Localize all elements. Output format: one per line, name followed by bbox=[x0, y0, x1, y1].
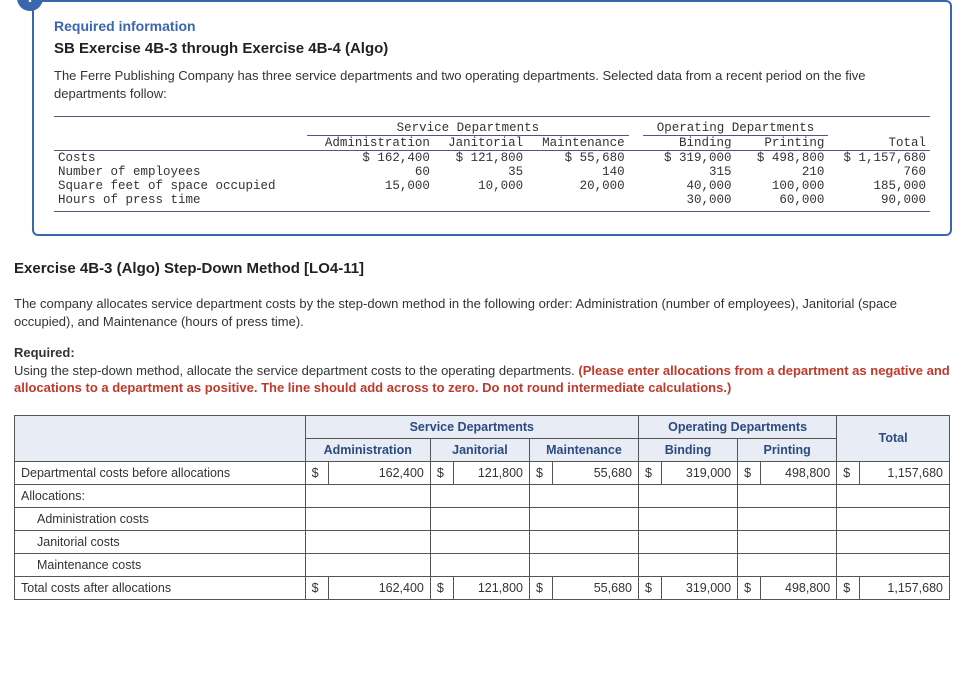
ans-col-maint: Maintenance bbox=[530, 438, 639, 461]
input-cell[interactable] bbox=[738, 530, 837, 553]
row-press: Hours of press time bbox=[54, 193, 307, 207]
input-cell[interactable] bbox=[530, 484, 639, 507]
ans-col-jan: Janitorial bbox=[430, 438, 529, 461]
ans-row-before: Departmental costs before allocations $1… bbox=[15, 461, 950, 484]
source-data-table: Service Departments Operating Department… bbox=[54, 121, 930, 207]
input-cell[interactable] bbox=[837, 507, 950, 530]
exercise-title: Exercise 4B-3 (Algo) Step-Down Method [L… bbox=[14, 260, 964, 277]
ans-row-admin: Administration costs bbox=[15, 507, 950, 530]
input-cell[interactable] bbox=[305, 507, 430, 530]
ans-group-service: Service Departments bbox=[305, 415, 638, 438]
ans-row-after: Total costs after allocations $162,400 $… bbox=[15, 576, 950, 599]
col-bind: Binding bbox=[643, 136, 736, 151]
input-cell[interactable] bbox=[430, 507, 529, 530]
answer-table: Service Departments Operating Department… bbox=[14, 415, 950, 600]
input-cell[interactable] bbox=[530, 530, 639, 553]
exclamation-icon: ! bbox=[17, 0, 43, 11]
row-costs: Costs bbox=[54, 151, 307, 166]
ans-row-maint: Maintenance costs bbox=[15, 553, 950, 576]
input-cell[interactable] bbox=[837, 484, 950, 507]
group-operating: Operating Departments bbox=[643, 121, 829, 136]
input-cell[interactable] bbox=[305, 553, 430, 576]
input-cell[interactable] bbox=[638, 484, 737, 507]
ans-col-print: Printing bbox=[738, 438, 837, 461]
required-text: Using the step-down method, allocate the… bbox=[14, 363, 578, 378]
required-label: Required: bbox=[14, 345, 75, 360]
input-cell[interactable] bbox=[738, 484, 837, 507]
input-cell[interactable] bbox=[530, 553, 639, 576]
input-cell[interactable] bbox=[305, 530, 430, 553]
input-cell[interactable] bbox=[638, 530, 737, 553]
info-card: ! Required information SB Exercise 4B-3 … bbox=[32, 0, 952, 236]
col-jan: Janitorial bbox=[434, 136, 527, 151]
ans-col-total: Total bbox=[837, 415, 950, 461]
data-table-wrap: Service Departments Operating Department… bbox=[54, 116, 930, 212]
input-cell[interactable] bbox=[738, 507, 837, 530]
input-cell[interactable] bbox=[837, 553, 950, 576]
row-employees: Number of employees bbox=[54, 165, 307, 179]
input-cell[interactable] bbox=[430, 530, 529, 553]
ans-blank-header bbox=[15, 415, 306, 461]
input-cell[interactable] bbox=[530, 507, 639, 530]
card-description: The Ferre Publishing Company has three s… bbox=[54, 67, 930, 102]
ans-col-admin: Administration bbox=[305, 438, 430, 461]
row-sqft: Square feet of space occupied bbox=[54, 179, 307, 193]
ans-row-jan: Janitorial costs bbox=[15, 530, 950, 553]
col-maint: Maintenance bbox=[527, 136, 629, 151]
card-title: SB Exercise 4B-3 through Exercise 4B-4 (… bbox=[54, 40, 930, 57]
ans-group-operating: Operating Departments bbox=[638, 415, 836, 438]
input-cell[interactable] bbox=[430, 553, 529, 576]
required-information: Required information bbox=[54, 18, 930, 34]
ans-row-alloc: Allocations: bbox=[15, 484, 950, 507]
input-cell[interactable] bbox=[305, 484, 430, 507]
input-cell[interactable] bbox=[430, 484, 529, 507]
input-cell[interactable] bbox=[638, 507, 737, 530]
input-cell[interactable] bbox=[837, 530, 950, 553]
input-cell[interactable] bbox=[738, 553, 837, 576]
input-cell[interactable] bbox=[638, 553, 737, 576]
col-total: Total bbox=[828, 136, 930, 151]
group-service: Service Departments bbox=[307, 121, 629, 136]
exercise-paragraph: The company allocates service department… bbox=[14, 295, 950, 330]
col-print: Printing bbox=[736, 136, 829, 151]
required-block: Required: Using the step-down method, al… bbox=[14, 344, 950, 397]
col-admin: Administration bbox=[307, 136, 434, 151]
ans-col-bind: Binding bbox=[638, 438, 737, 461]
